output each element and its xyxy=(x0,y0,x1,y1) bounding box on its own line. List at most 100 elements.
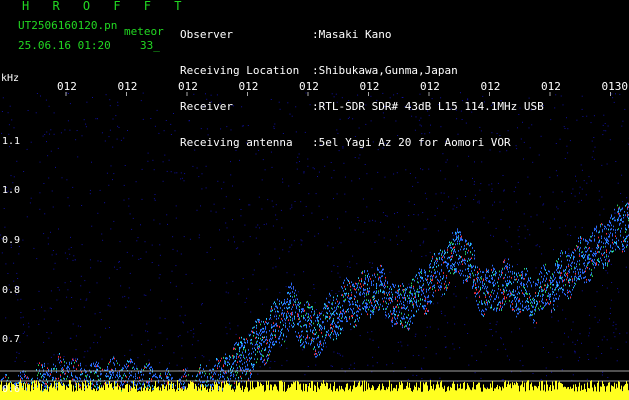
noise-speck xyxy=(71,297,73,298)
signal-point xyxy=(219,377,220,380)
signal-point xyxy=(44,383,45,385)
signal-point xyxy=(455,231,456,234)
signal-point xyxy=(382,268,383,271)
noise-speck xyxy=(141,343,143,345)
noise-speck xyxy=(57,360,59,361)
signal-point xyxy=(429,300,430,303)
signal-point xyxy=(378,303,379,306)
signal-point xyxy=(460,248,461,251)
signal-point xyxy=(181,383,182,385)
noise-speck xyxy=(155,346,156,348)
signal-point xyxy=(504,276,505,279)
noise-speck xyxy=(83,119,85,121)
noise-speck xyxy=(349,261,351,263)
signal-point xyxy=(518,309,519,311)
signal-point xyxy=(442,256,443,258)
noise-speck xyxy=(548,351,550,353)
signal-point xyxy=(500,306,501,308)
signal-trace xyxy=(0,202,629,400)
signal-point xyxy=(20,378,21,380)
signal-point xyxy=(101,385,102,387)
signal-point xyxy=(242,344,243,347)
signal-point xyxy=(490,294,491,296)
signal-point xyxy=(392,283,393,286)
noise-speck xyxy=(229,322,231,324)
signal-point xyxy=(310,329,311,331)
signal-point xyxy=(426,290,427,293)
signal-point xyxy=(306,337,307,339)
signal-point xyxy=(470,251,471,254)
signal-point xyxy=(397,289,398,292)
signal-point xyxy=(432,285,433,288)
noise-speck xyxy=(509,359,510,361)
signal-point xyxy=(371,310,372,313)
noise-speck xyxy=(221,188,223,190)
signal-point xyxy=(460,274,461,277)
signal-point xyxy=(269,346,270,348)
noise-speck xyxy=(242,278,244,279)
noise-speck xyxy=(225,222,227,224)
noise-speck xyxy=(622,120,624,122)
noise-speck xyxy=(261,179,263,181)
signal-point xyxy=(76,376,77,379)
signal-point xyxy=(89,382,90,385)
noise-speck xyxy=(84,351,86,353)
signal-point xyxy=(392,325,393,327)
noise-speck xyxy=(205,187,207,189)
signal-point xyxy=(367,313,368,316)
noise-speck xyxy=(562,309,564,311)
signal-point xyxy=(509,279,510,282)
signal-point xyxy=(493,285,494,287)
signal-point xyxy=(179,378,180,381)
signal-point xyxy=(325,317,326,320)
signal-point xyxy=(349,317,350,320)
signal-point xyxy=(373,307,374,309)
signal-point xyxy=(67,365,68,368)
noise-speck xyxy=(146,323,148,325)
signal-point xyxy=(341,312,342,315)
signal-point xyxy=(294,315,295,318)
signal-point xyxy=(334,310,335,313)
signal-point xyxy=(434,264,435,266)
signal-point xyxy=(406,307,407,309)
signal-point xyxy=(337,326,338,328)
noise-speck xyxy=(232,219,233,221)
noise-speck xyxy=(209,280,211,282)
signal-point xyxy=(328,329,329,332)
signal-point xyxy=(95,385,96,388)
signal-point xyxy=(148,387,149,390)
signal-point xyxy=(42,384,43,386)
noise-speck xyxy=(275,214,277,216)
signal-point xyxy=(346,310,347,313)
signal-point xyxy=(489,296,490,298)
noise-speck xyxy=(317,176,318,177)
signal-point xyxy=(447,257,448,260)
noise-speck xyxy=(104,202,106,204)
noise-speck xyxy=(579,192,580,194)
noise-speck xyxy=(153,198,155,200)
signal-point xyxy=(318,335,319,337)
noise-speck xyxy=(622,201,624,203)
signal-point xyxy=(369,306,370,308)
signal-point xyxy=(107,368,108,370)
signal-point xyxy=(422,277,423,279)
signal-point xyxy=(128,378,129,380)
noise-speck xyxy=(551,341,553,343)
signal-point xyxy=(91,363,92,365)
signal-point xyxy=(131,360,132,363)
signal-point xyxy=(96,368,97,371)
signal-point xyxy=(238,376,239,379)
noise-speck xyxy=(506,355,508,357)
signal-point xyxy=(393,310,394,312)
signal-point xyxy=(75,383,76,386)
noise-speck xyxy=(253,344,255,346)
signal-point xyxy=(57,386,58,388)
noise-speck xyxy=(307,165,309,167)
signal-point xyxy=(371,284,372,286)
signal-point xyxy=(229,355,230,357)
noise-speck xyxy=(1,252,3,254)
signal-point xyxy=(334,306,335,309)
signal-point xyxy=(81,367,82,370)
noise-speck xyxy=(48,105,50,107)
signal-point xyxy=(237,367,238,369)
